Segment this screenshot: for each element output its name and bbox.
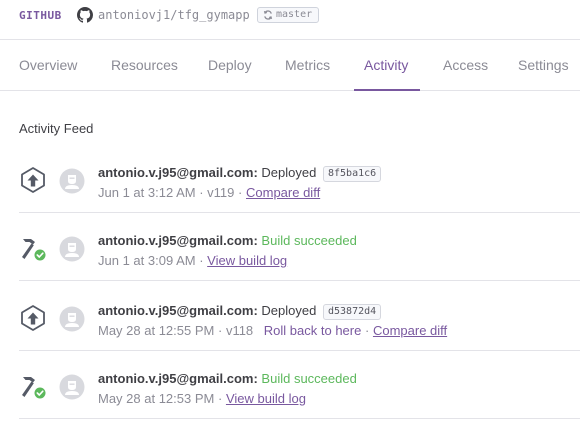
activity-time: May 28 at 12:55 PM (98, 323, 215, 338)
repo-link[interactable]: antoniovj1/tfg_gymapp (98, 8, 250, 22)
separator-dot: · (217, 323, 223, 338)
activity-action: Build succeeded (261, 233, 357, 248)
tab-activity[interactable]: Activity (364, 57, 408, 73)
branch-badge: master (257, 7, 320, 23)
activity-meta: May 28 at 12:53 PM · View build log (98, 390, 306, 408)
activity-user-email: antonio.v.j95@gmail.com: (98, 233, 258, 248)
activity-item: antonio.v.j95@gmail.com: Build succeeded… (19, 352, 580, 419)
tab-settings[interactable]: Settings (518, 57, 569, 73)
compare-diff-link[interactable]: Compare diff (373, 323, 447, 338)
app-header: GITHUB antoniovj1/tfg_gymapp master (0, 0, 580, 40)
compare-diff-link[interactable]: Compare diff (246, 185, 320, 200)
separator-dot: · (364, 323, 370, 338)
app-tabs: Overview Resources Deploy Metrics Activi… (0, 41, 580, 91)
separator-dot: · (199, 185, 204, 200)
activity-action: Build succeeded (261, 371, 357, 386)
tab-resources[interactable]: Resources (111, 57, 178, 73)
activity-feed-title: Activity Feed (19, 121, 94, 136)
separator-dot: · (199, 253, 204, 268)
activity-time: May 28 at 12:53 PM (98, 391, 215, 406)
commit-hash-badge[interactable]: 8f5ba1c6 (322, 166, 382, 182)
activity-meta: Jun 1 at 3:09 AM · View build log (98, 252, 287, 270)
tab-overview[interactable]: Overview (19, 57, 77, 73)
user-avatar-icon (59, 236, 85, 262)
view-build-log-link[interactable]: View build log (207, 253, 287, 268)
activity-user-email: antonio.v.j95@gmail.com: (98, 165, 258, 180)
activity-item: antonio.v.j95@gmail.com: Deployed d53872… (19, 284, 580, 351)
active-tab-indicator (354, 89, 420, 91)
build-hammer-icon (22, 239, 46, 261)
activity-meta: May 28 at 12:55 PM · v118 Roll back to h… (98, 322, 447, 340)
view-build-log-link[interactable]: View build log (226, 391, 306, 406)
separator-dot: · (238, 185, 243, 200)
activity-time: Jun 1 at 3:09 AM (98, 253, 196, 268)
deploy-icon (21, 305, 45, 331)
branch-name: master (276, 9, 313, 20)
user-avatar-icon (59, 168, 85, 194)
activity-meta: Jun 1 at 3:12 AM · v119 · Compare diff (98, 184, 320, 202)
activity-user-email: antonio.v.j95@gmail.com: (98, 303, 258, 318)
github-icon (77, 7, 93, 23)
tab-metrics[interactable]: Metrics (285, 57, 330, 73)
release-version: v119 (207, 185, 235, 200)
activity-item: antonio.v.j95@gmail.com: Build succeeded… (19, 214, 580, 281)
deploy-icon (21, 167, 45, 193)
release-version: v118 (225, 323, 254, 338)
commit-hash-badge[interactable]: d53872d4 (322, 304, 382, 320)
tab-deploy[interactable]: Deploy (208, 57, 252, 73)
activity-summary: antonio.v.j95@gmail.com: Build succeeded (98, 232, 357, 250)
activity-time: Jun 1 at 3:12 AM (98, 185, 196, 200)
user-avatar-icon (59, 374, 85, 400)
activity-item: antonio.v.j95@gmail.com: Deployed 8f5ba1… (19, 146, 580, 213)
source-brand-label: GITHUB (19, 9, 62, 22)
activity-action: Deployed (261, 165, 317, 180)
separator-dot: · (217, 391, 223, 406)
user-avatar-icon (59, 306, 85, 332)
tab-access[interactable]: Access (443, 57, 488, 73)
sync-icon (263, 10, 273, 20)
activity-summary: antonio.v.j95@gmail.com: Deployed d53872… (98, 302, 382, 320)
activity-user-email: antonio.v.j95@gmail.com: (98, 371, 258, 386)
activity-summary: antonio.v.j95@gmail.com: Deployed 8f5ba1… (98, 164, 382, 182)
activity-action: Deployed (261, 303, 317, 318)
build-hammer-icon (22, 377, 46, 399)
activity-summary: antonio.v.j95@gmail.com: Build succeeded (98, 370, 357, 388)
rollback-link[interactable]: Roll back to here (264, 323, 362, 338)
